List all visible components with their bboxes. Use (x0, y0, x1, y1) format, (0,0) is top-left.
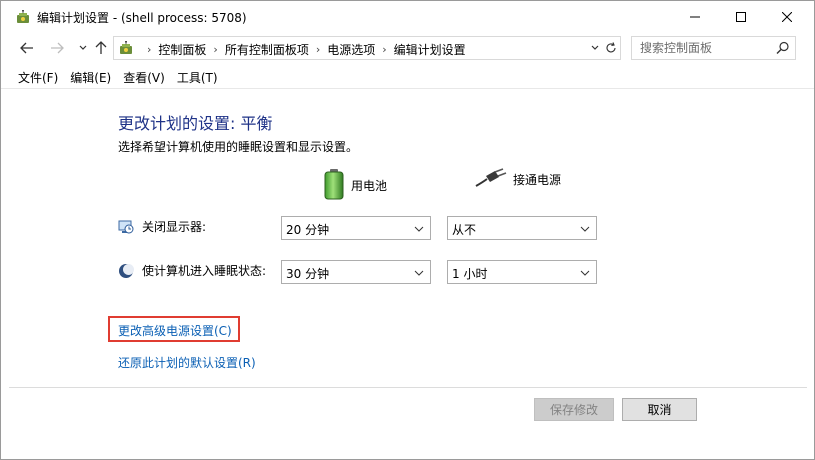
display-timer-icon (118, 219, 134, 235)
maximize-button[interactable] (718, 1, 764, 33)
sleep-row: 使计算机进入睡眠状态: (118, 262, 266, 279)
plugged-column-header: 接通电源 (475, 168, 561, 191)
breadcrumb-edit-plan[interactable]: 编辑计划设置 (394, 41, 466, 58)
display-battery-value: 20 分钟 (286, 223, 330, 237)
power-options-icon (15, 9, 31, 25)
up-button[interactable] (91, 38, 111, 58)
save-changes-button[interactable]: 保存修改 (534, 398, 614, 421)
back-button[interactable] (17, 38, 37, 58)
chevron-down-icon (414, 270, 424, 276)
navigation-bar: › 控制面板 › 所有控制面板项 › 电源选项 › 编辑计划设置 (1, 34, 814, 62)
recent-locations-button[interactable] (73, 38, 93, 58)
sleep-plugged-value: 1 小时 (452, 267, 488, 281)
chevron-right-icon[interactable]: › (147, 43, 151, 56)
up-arrow-icon (95, 41, 107, 54)
breadcrumb-all-items[interactable]: 所有控制面板项 (225, 41, 309, 58)
display-plugged-value: 从不 (452, 223, 477, 237)
menu-tools[interactable]: 工具(T) (172, 69, 223, 86)
search-icon[interactable] (776, 41, 790, 55)
search-input[interactable] (640, 40, 770, 56)
display-plugged-select[interactable]: 从不 (447, 216, 597, 240)
advanced-power-settings-link[interactable]: 更改高级电源设置(C) (118, 322, 232, 339)
refresh-button[interactable] (604, 41, 618, 55)
forward-button[interactable] (47, 38, 67, 58)
address-dropdown-button[interactable] (588, 41, 602, 55)
main-content: 更改计划的设置: 平衡 选择希望计算机使用的睡眠设置和显示设置。 用电池 接通电… (1, 90, 814, 387)
breadcrumb-power-options[interactable]: 电源选项 (327, 41, 375, 58)
menu-edit[interactable]: 编辑(E) (65, 69, 116, 86)
battery-icon (323, 168, 345, 203)
sleep-moon-icon (118, 263, 134, 279)
chevron-right-icon[interactable]: › (382, 43, 386, 56)
window-title: 编辑计划设置 - (shell process: 5708) (37, 11, 247, 25)
search-box[interactable] (631, 36, 796, 60)
sleep-label: 使计算机进入睡眠状态: (142, 264, 267, 278)
chevron-down-icon (591, 45, 599, 50)
sleep-plugged-select[interactable]: 1 小时 (447, 260, 597, 284)
power-options-icon (118, 40, 134, 56)
back-arrow-icon (20, 42, 33, 54)
refresh-icon (606, 42, 616, 53)
restore-defaults-link[interactable]: 还原此计划的默认设置(R) (118, 354, 256, 371)
breadcrumb-control-panel[interactable]: 控制面板 (158, 41, 206, 58)
title-bar: 编辑计划设置 - (shell process: 5708) (1, 1, 814, 33)
menu-bar: 文件(F) 编辑(E) 查看(V) 工具(T) (1, 67, 814, 89)
chevron-down-icon (580, 270, 590, 276)
cancel-button[interactable]: 取消 (622, 398, 697, 421)
forward-arrow-icon (51, 42, 64, 54)
turn-off-display-row: 关闭显示器: (118, 218, 206, 235)
menu-file[interactable]: 文件(F) (13, 69, 63, 86)
close-button[interactable] (764, 1, 810, 33)
breadcrumb: › 控制面板 › 所有控制面板项 › 电源选项 › 编辑计划设置 (140, 41, 466, 58)
chevron-down-icon (414, 226, 424, 232)
page-description: 选择希望计算机使用的睡眠设置和显示设置。 (118, 140, 359, 154)
sleep-battery-select[interactable]: 30 分钟 (281, 260, 431, 284)
battery-column-label: 用电池 (351, 179, 388, 193)
chevron-right-icon[interactable]: › (213, 43, 217, 56)
display-battery-select[interactable]: 20 分钟 (281, 216, 431, 240)
menu-view[interactable]: 查看(V) (118, 69, 170, 86)
minimize-button[interactable] (672, 1, 718, 33)
turn-off-display-label: 关闭显示器: (142, 220, 207, 234)
sleep-battery-value: 30 分钟 (286, 267, 330, 281)
chevron-down-icon (79, 45, 87, 50)
chevron-down-icon (580, 226, 590, 232)
chevron-right-icon[interactable]: › (316, 43, 320, 56)
plugged-column-label: 接通电源 (513, 173, 562, 187)
power-plug-icon (475, 168, 507, 191)
divider (9, 387, 807, 388)
page-title: 更改计划的设置: 平衡 (118, 114, 273, 133)
battery-column-header: 用电池 (323, 168, 387, 203)
window: 编辑计划设置 - (shell process: 5708) › 控制面板 › … (0, 0, 815, 460)
address-bar[interactable]: › 控制面板 › 所有控制面板项 › 电源选项 › 编辑计划设置 (113, 36, 621, 60)
